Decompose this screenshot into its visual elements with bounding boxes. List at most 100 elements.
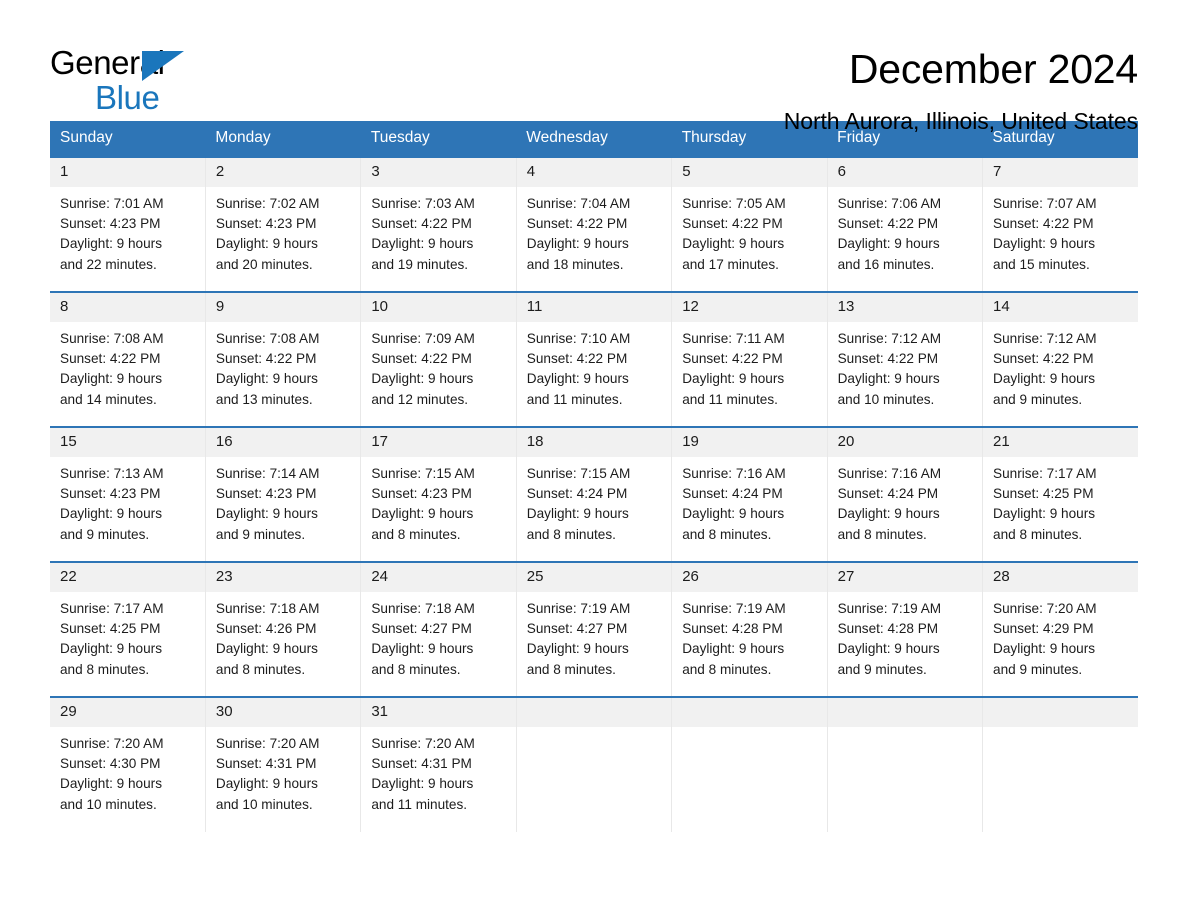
day-number: 8 [50,293,205,322]
day-number: 18 [516,428,672,457]
day-number: 10 [361,293,516,322]
calendar-day-cell[interactable]: 30 Sunrise: 7:20 AM Sunset: 4:31 PM Dayli… [205,696,362,832]
day-number: 15 [50,428,205,457]
calendar-day-cell[interactable]: 25 Sunrise: 7:19 AM Sunset: 4:27 PM Dayli… [516,561,673,697]
day-number: 3 [361,158,516,187]
sun-info-text: Sunrise: 7:18 AM Sunset: 4:26 PM Dayligh… [215,601,320,677]
calendar-day-cell[interactable]: 11 Sunrise: 7:10 AM Sunset: 4:22 PM Dayli… [516,291,673,427]
day-number: 1 [50,158,205,187]
calendar-day-cell[interactable]: 13 Sunrise: 7:12 AM Sunset: 4:22 PM Dayli… [827,291,984,427]
logo-text-blue: Blue [95,79,160,116]
sun-info-text: Sunrise: 7:06 AM Sunset: 4:22 PM Dayligh… [837,196,942,272]
day-number: 27 [827,563,983,592]
day-number: 28 [983,563,1138,592]
calendar-day-cell[interactable]: 24 Sunrise: 7:18 AM Sunset: 4:27 PM Dayli… [360,561,517,697]
calendar-empty-cell [827,696,984,832]
calendar-day-cell[interactable]: 26 Sunrise: 7:19 AM Sunset: 4:28 PM Dayli… [671,561,828,697]
day-number [672,698,827,727]
day-number: 6 [827,158,983,187]
calendar-body: 1 Sunrise: 7:01 AM Sunset: 4:23 PM Daylig… [50,156,1138,832]
day-number: 11 [516,293,672,322]
day-number: 12 [672,293,827,322]
day-number: 5 [672,158,827,187]
calendar-day-cell[interactable]: 14 Sunrise: 7:12 AM Sunset: 4:22 PM Dayli… [982,291,1138,427]
day-number: 25 [516,563,672,592]
sun-info-text: Sunrise: 7:08 AM Sunset: 4:22 PM Dayligh… [215,331,320,407]
calendar-day-cell[interactable]: 23 Sunrise: 7:18 AM Sunset: 4:26 PM Dayli… [205,561,362,697]
calendar-day-cell[interactable]: 22 Sunrise: 7:17 AM Sunset: 4:25 PM Dayli… [50,561,206,697]
sun-info-text: Sunrise: 7:03 AM Sunset: 4:22 PM Dayligh… [371,196,475,272]
calendar-day-cell[interactable]: 12 Sunrise: 7:11 AM Sunset: 4:22 PM Dayli… [671,291,828,427]
calendar-day-cell[interactable]: 28 Sunrise: 7:20 AM Sunset: 4:29 PM Dayli… [982,561,1138,697]
day-number: 20 [827,428,983,457]
sun-info-text: Sunrise: 7:14 AM Sunset: 4:23 PM Dayligh… [215,466,320,542]
calendar-day-cell[interactable]: 2 Sunrise: 7:02 AM Sunset: 4:23 PM Daylig… [205,156,362,292]
calendar-day-cell[interactable]: 29 Sunrise: 7:20 AM Sunset: 4:30 PM Dayli… [50,696,206,832]
day-number [516,698,672,727]
calendar-day-cell[interactable]: 21 Sunrise: 7:17 AM Sunset: 4:25 PM Dayli… [982,426,1138,562]
calendar-day-cell[interactable]: 15 Sunrise: 7:13 AM Sunset: 4:23 PM Dayli… [50,426,206,562]
calendar-day-cell[interactable]: 4 Sunrise: 7:04 AM Sunset: 4:22 PM Daylig… [516,156,673,292]
calendar-table: Sunday Monday Tuesday Wednesday Thursday… [50,121,1138,832]
sun-info-text: Sunrise: 7:13 AM Sunset: 4:23 PM Dayligh… [60,466,164,542]
calendar-week-row: 15 Sunrise: 7:13 AM Sunset: 4:23 PM Dayli… [50,426,1138,562]
calendar-day-cell[interactable]: 5 Sunrise: 7:05 AM Sunset: 4:22 PM Daylig… [671,156,828,292]
sun-info-text: Sunrise: 7:05 AM Sunset: 4:22 PM Dayligh… [682,196,786,272]
day-number [827,698,983,727]
calendar-day-cell[interactable]: 20 Sunrise: 7:16 AM Sunset: 4:24 PM Dayli… [827,426,984,562]
day-number: 23 [205,563,361,592]
calendar-empty-cell [516,696,673,832]
day-number: 17 [361,428,516,457]
sun-info-text: Sunrise: 7:15 AM Sunset: 4:24 PM Dayligh… [526,466,631,542]
sun-info-text [672,727,826,734]
day-number: 13 [827,293,983,322]
calendar-day-cell[interactable]: 27 Sunrise: 7:19 AM Sunset: 4:28 PM Dayli… [827,561,984,697]
weekday-header-wednesday: Wednesday [516,121,672,157]
sun-info-text: Sunrise: 7:20 AM Sunset: 4:31 PM Dayligh… [215,736,320,812]
day-number: 30 [205,698,361,727]
sun-info-text [983,727,1138,734]
triangle-icon [142,51,184,81]
sun-info-text: Sunrise: 7:16 AM Sunset: 4:24 PM Dayligh… [682,466,786,542]
calendar-day-cell[interactable]: 17 Sunrise: 7:15 AM Sunset: 4:23 PM Dayli… [360,426,517,562]
weekday-header-tuesday: Tuesday [360,121,517,157]
calendar-day-cell[interactable]: 10 Sunrise: 7:09 AM Sunset: 4:22 PM Dayli… [360,291,517,427]
sun-info-text: Sunrise: 7:17 AM Sunset: 4:25 PM Dayligh… [60,601,164,677]
sun-info-text: Sunrise: 7:07 AM Sunset: 4:22 PM Dayligh… [993,196,1097,272]
day-number: 9 [205,293,361,322]
sun-info-text: Sunrise: 7:15 AM Sunset: 4:23 PM Dayligh… [371,466,475,542]
calendar-page: General Blue December 2024 North Aurora,… [0,0,1188,918]
sun-info-text: Sunrise: 7:19 AM Sunset: 4:27 PM Dayligh… [526,601,631,677]
calendar-day-cell[interactable]: 18 Sunrise: 7:15 AM Sunset: 4:24 PM Dayli… [516,426,673,562]
day-number: 29 [50,698,205,727]
calendar-day-cell[interactable]: 6 Sunrise: 7:06 AM Sunset: 4:22 PM Daylig… [827,156,984,292]
sun-info-text: Sunrise: 7:17 AM Sunset: 4:25 PM Dayligh… [993,466,1097,542]
calendar-day-cell[interactable]: 31 Sunrise: 7:20 AM Sunset: 4:31 PM Dayli… [360,696,517,832]
day-number: 19 [672,428,827,457]
day-number: 7 [983,158,1138,187]
weekday-header-sunday: Sunday [50,121,206,157]
calendar-empty-cell [671,696,828,832]
day-number: 14 [983,293,1138,322]
calendar-day-cell[interactable]: 19 Sunrise: 7:16 AM Sunset: 4:24 PM Dayli… [671,426,828,562]
calendar-week-row: 29 Sunrise: 7:20 AM Sunset: 4:30 PM Dayli… [50,696,1138,832]
sun-info-text: Sunrise: 7:20 AM Sunset: 4:29 PM Dayligh… [993,601,1097,677]
sun-info-text: Sunrise: 7:08 AM Sunset: 4:22 PM Dayligh… [60,331,164,407]
calendar-day-cell[interactable]: 16 Sunrise: 7:14 AM Sunset: 4:23 PM Dayli… [205,426,362,562]
day-number: 31 [361,698,516,727]
sun-info-text: Sunrise: 7:20 AM Sunset: 4:31 PM Dayligh… [371,736,475,812]
calendar-day-cell[interactable]: 3 Sunrise: 7:03 AM Sunset: 4:22 PM Daylig… [360,156,517,292]
calendar-day-cell[interactable]: 9 Sunrise: 7:08 AM Sunset: 4:22 PM Daylig… [205,291,362,427]
calendar-day-cell[interactable]: 1 Sunrise: 7:01 AM Sunset: 4:23 PM Daylig… [50,156,206,292]
calendar-day-cell[interactable]: 7 Sunrise: 7:07 AM Sunset: 4:22 PM Daylig… [982,156,1138,292]
generalblue-logo[interactable]: General Blue [50,46,240,114]
day-number: 16 [205,428,361,457]
sun-info-text: Sunrise: 7:10 AM Sunset: 4:22 PM Dayligh… [526,331,631,407]
day-number: 24 [361,563,516,592]
day-number [983,698,1138,727]
sun-info-text: Sunrise: 7:18 AM Sunset: 4:27 PM Dayligh… [371,601,475,677]
sun-info-text [517,727,671,734]
calendar-day-cell[interactable]: 8 Sunrise: 7:08 AM Sunset: 4:22 PM Daylig… [50,291,206,427]
sun-info-text [828,727,982,734]
sun-info-text: Sunrise: 7:12 AM Sunset: 4:22 PM Dayligh… [837,331,942,407]
